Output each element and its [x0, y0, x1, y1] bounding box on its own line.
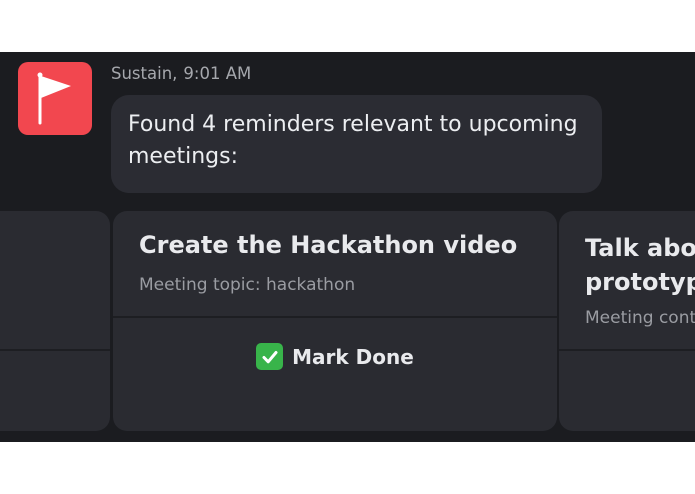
mark-done-label: Mark Done [292, 344, 414, 369]
reminder-card-next[interactable]: Talk about prototype Meeting cont [559, 211, 695, 431]
reminder-subtitle: Meeting topic: hackathon [139, 275, 356, 295]
card-divider [559, 349, 695, 351]
mark-done-button[interactable]: Mark Done [256, 343, 414, 370]
reminder-title: Talk about prototype [585, 234, 695, 296]
card-action-area: Mark Done [113, 318, 557, 431]
sender-name[interactable]: Sustain [111, 64, 172, 83]
bot-avatar[interactable] [18, 62, 92, 135]
reminder-card-body: Create the Hackathon video Meeting topic… [113, 211, 557, 316]
chat-area: Sustain, 9:01 AM Found 4 reminders releva… [0, 52, 695, 442]
reminder-card-previous[interactable] [0, 211, 110, 431]
reminder-subtitle: Meeting cont [585, 308, 695, 328]
card-divider [0, 349, 110, 351]
reminder-card: Create the Hackathon video Meeting topic… [113, 211, 557, 431]
flag-icon [37, 72, 71, 125]
meta-separator: , [172, 64, 178, 83]
reminder-card-body: Talk about prototype Meeting cont [559, 211, 695, 328]
message-bubble: Found 4 reminders relevant to upcoming m… [111, 95, 602, 193]
white-check-mark-icon [256, 343, 284, 370]
reminder-title: Create the Hackathon video [139, 231, 518, 259]
message-text: Found 4 reminders relevant to upcoming m… [128, 112, 578, 169]
message-meta: Sustain, 9:01 AM [111, 64, 251, 83]
message-time: 9:01 AM [183, 64, 252, 83]
